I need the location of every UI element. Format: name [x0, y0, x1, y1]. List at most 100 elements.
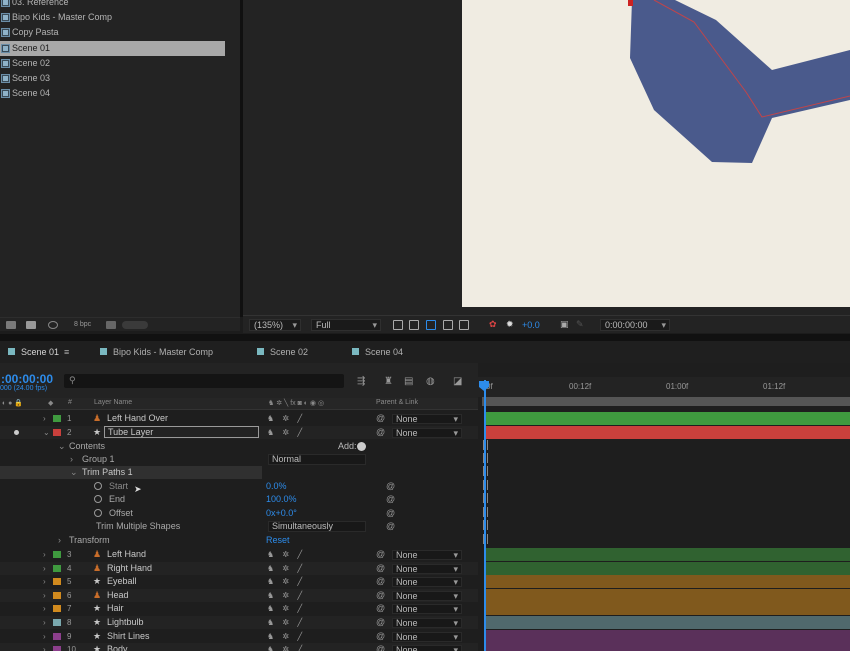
collapse-arrow-icon[interactable]: ›: [70, 453, 73, 466]
collapse-arrow-icon[interactable]: ›: [43, 616, 46, 629]
parent-select[interactable]: None: [392, 577, 462, 588]
project-item[interactable]: Scene 01: [0, 40, 225, 56]
pickwhip-icon[interactable]: @: [376, 426, 385, 439]
layer-row[interactable]: › 10 ★ Body ♞ ✲ ╱ @ None: [0, 643, 478, 651]
pickwhip-icon[interactable]: @: [376, 548, 385, 561]
layer-duration-bar[interactable]: [485, 588, 850, 602]
layer-duration-bar[interactable]: [485, 548, 850, 561]
work-area-bar[interactable]: [482, 397, 850, 406]
motion-blur-icon[interactable]: ◍: [426, 376, 435, 387]
label-color-swatch[interactable]: [53, 564, 61, 572]
show-snapshot-icon[interactable]: ✎: [576, 319, 584, 330]
layer-name[interactable]: Eyeball: [107, 575, 137, 588]
pickwhip-icon[interactable]: @: [376, 630, 385, 643]
layer-row[interactable]: › 4 ♟ Right Hand ♞ ✲ ╱ @ None: [0, 561, 478, 575]
frame-blend-icon[interactable]: ▤: [404, 376, 413, 387]
label-color-swatch[interactable]: [53, 578, 61, 586]
parent-select[interactable]: None: [392, 428, 462, 438]
label-column-icon[interactable]: ◆: [48, 399, 53, 407]
layer-name[interactable]: Hair: [107, 602, 124, 615]
composition-canvas[interactable]: [462, 0, 850, 307]
layer-row[interactable]: ⌄ 2 ★ Tube Layer ♞ ✲ ╱ @ None: [0, 426, 478, 439]
offset-value[interactable]: 0x+0.0°: [266, 507, 297, 520]
parent-select[interactable]: None: [392, 618, 462, 628]
layer-duration-bar[interactable]: [485, 602, 850, 616]
tab-bipo-kids-master-comp[interactable]: Bipo Kids - Master Comp: [113, 347, 213, 357]
layer-row[interactable]: › 5 ★ Eyeball ♞ ✲ ╱ @ None: [0, 575, 478, 588]
collapse-arrow-icon[interactable]: ›: [43, 575, 46, 588]
region-icon[interactable]: [393, 320, 403, 330]
layer-name[interactable]: Tube Layer: [104, 426, 259, 438]
layer-row[interactable]: › 3 ♟ Left Hand ♞ ✲ ╱ @ None: [0, 548, 478, 561]
parent-select[interactable]: None: [392, 563, 462, 574]
transform-row[interactable]: › Transform Reset: [0, 534, 478, 547]
layer-name[interactable]: Left Hand Over: [107, 412, 168, 425]
layer-name[interactable]: Body: [107, 643, 128, 651]
exposure-value[interactable]: +0.0: [522, 320, 540, 330]
layer-switches[interactable]: ♞ ✲ ╱: [267, 575, 305, 588]
layer-name-column-header[interactable]: Layer Name: [94, 399, 132, 406]
exposure-reset-icon[interactable]: ✹: [506, 319, 514, 330]
layer-duration-bar[interactable]: [485, 616, 850, 629]
offset-row[interactable]: Offset 0x+0.0° @: [0, 507, 478, 520]
layer-name[interactable]: Head: [107, 589, 129, 602]
end-value[interactable]: 100.0%: [266, 493, 297, 506]
parent-select[interactable]: None: [392, 645, 462, 651]
comp-flowchart-icon[interactable]: ⇶: [357, 376, 365, 387]
trim-multiple-select[interactable]: Simultaneously: [268, 521, 366, 532]
resolution-select[interactable]: Full: [311, 319, 381, 331]
solo-dot-icon[interactable]: [14, 430, 19, 435]
thumbnail-slider[interactable]: [122, 321, 148, 329]
collapse-arrow-icon[interactable]: ›: [43, 643, 46, 651]
collapse-arrow-icon[interactable]: ›: [43, 562, 46, 575]
collapse-arrow-icon[interactable]: ›: [58, 534, 61, 547]
label-color-swatch[interactable]: [53, 605, 61, 613]
bpc-label[interactable]: 8 bpc: [74, 321, 91, 328]
layer-duration-bar[interactable]: [485, 412, 850, 425]
end-row[interactable]: End 100.0% @: [0, 493, 478, 506]
tab-scene-04[interactable]: Scene 04: [365, 347, 403, 357]
channels-icon[interactable]: [459, 320, 469, 330]
zoom-select[interactable]: (135%): [249, 319, 301, 331]
pickwhip-icon[interactable]: @: [376, 575, 385, 588]
layer-switches[interactable]: ♞ ✲ ╱: [267, 616, 305, 629]
pickwhip-icon[interactable]: @: [376, 589, 385, 602]
av-switches-icon[interactable]: ◐ ● 🔒: [2, 399, 23, 407]
parent-select[interactable]: None: [392, 550, 462, 560]
layer-row[interactable]: › 9 ★ Shirt Lines ♞ ✲ ╱ @ None: [0, 630, 478, 643]
layer-search-input[interactable]: ⚲: [64, 374, 344, 388]
tab-menu-icon[interactable]: ≡: [64, 347, 69, 357]
collapse-arrow-icon[interactable]: ›: [43, 548, 46, 561]
stopwatch-icon[interactable]: [94, 495, 102, 503]
tab-scene-02[interactable]: Scene 02: [270, 347, 308, 357]
layer-name[interactable]: Right Hand: [107, 562, 152, 575]
layer-duration-bar[interactable]: [485, 575, 850, 589]
layer-duration-bar[interactable]: [485, 629, 850, 643]
collapse-arrow-icon[interactable]: ›: [43, 589, 46, 602]
pickwhip-icon[interactable]: @: [376, 562, 385, 575]
label-color-swatch[interactable]: [53, 632, 61, 640]
collapse-arrow-icon[interactable]: ›: [43, 602, 46, 615]
stopwatch-icon[interactable]: [94, 509, 102, 517]
collapse-arrow-icon[interactable]: ›: [43, 412, 46, 425]
layer-switches[interactable]: ♞ ✲ ╱: [267, 412, 305, 425]
timeline-timecode[interactable]: :00:00:00: [1, 372, 53, 386]
layer-switches[interactable]: ♞ ✲ ╱: [267, 548, 305, 561]
project-item[interactable]: 03. Reference: [0, 0, 225, 10]
pickwhip-icon[interactable]: @: [376, 412, 385, 425]
folder-icon[interactable]: [6, 321, 16, 329]
color-management-icon[interactable]: ✿: [489, 319, 497, 330]
viewer-timecode[interactable]: 0:00:00:00: [600, 319, 670, 331]
pickwhip-icon[interactable]: @: [386, 520, 395, 533]
parent-select[interactable]: None: [392, 590, 462, 601]
expand-arrow-icon[interactable]: ⌄: [58, 440, 66, 453]
layer-row[interactable]: › 1 ♟ Left Hand Over ♞ ✲ ╱ @ None: [0, 412, 478, 425]
reset-link[interactable]: Reset: [266, 534, 290, 547]
expand-arrow-icon[interactable]: ⌄: [70, 466, 78, 479]
layer-row[interactable]: › 6 ♟ Head ♞ ✲ ╱ @ None: [0, 588, 478, 602]
shape-anchor-handle[interactable]: [628, 0, 633, 6]
layer-name[interactable]: Lightbulb: [107, 616, 144, 629]
layer-switches[interactable]: ♞ ✲ ╱: [267, 589, 305, 602]
expand-arrow-icon[interactable]: ⌄: [43, 426, 50, 439]
project-item[interactable]: Bipo Kids - Master Comp: [0, 10, 225, 25]
